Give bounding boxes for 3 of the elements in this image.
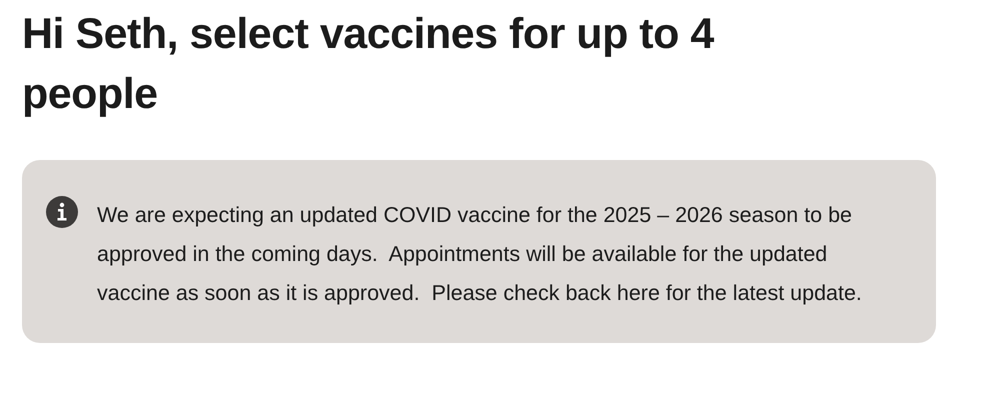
info-icon <box>46 196 78 228</box>
page-heading: Hi Seth, select vaccines for up to 4 people <box>22 9 715 120</box>
notice-text: We are expecting an updated COVID vaccine for the 2025 – 2026 season to be approved in the coming days. Appointments will be available for the updated vaccine as soon as it is approved. Please check back here for the latest update. <box>97 202 863 307</box>
